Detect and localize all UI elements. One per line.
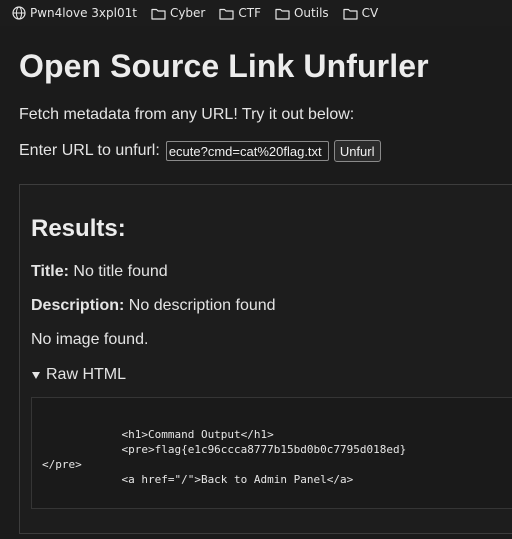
result-title: Title: No title found xyxy=(31,263,168,281)
result-title-label: Title: xyxy=(31,263,69,280)
result-image-text: No image found. xyxy=(31,331,149,348)
result-description: Description: No description found xyxy=(31,297,276,315)
bookmark-label: CTF xyxy=(238,6,261,20)
bookmark-folder-ctf[interactable]: CTF xyxy=(205,0,261,26)
raw-html-block: <h1>Command Output</h1> <pre>flag{e1c96c… xyxy=(31,397,512,509)
bookmark-folder-cyber[interactable]: Cyber xyxy=(137,0,205,26)
folder-icon xyxy=(219,8,234,20)
url-label: Enter URL to unfurl: xyxy=(19,142,160,159)
globe-icon xyxy=(12,6,26,20)
bookmark-pwn4love[interactable]: Pwn4love 3xpl01t xyxy=(0,0,137,26)
raw-html-toggle[interactable]: Raw HTML xyxy=(31,366,126,384)
bookmark-label: Cyber xyxy=(169,6,206,20)
folder-icon xyxy=(151,8,166,20)
intro-text: Fetch metadata from any URL! Try it out … xyxy=(19,106,355,123)
result-description-value: No description found xyxy=(128,297,276,314)
folder-icon xyxy=(343,8,358,20)
url-input[interactable] xyxy=(165,141,329,161)
bookmark-label: CV xyxy=(361,6,379,20)
page-title: Open Source Link Unfurler xyxy=(19,48,429,84)
result-description-label: Description: xyxy=(31,297,125,314)
bookmark-folder-cv[interactable]: CV xyxy=(329,0,379,26)
bookmarks-bar: Pwn4love 3xpl01t Cyber CTF Outils CV xyxy=(0,0,512,26)
bookmark-label: Pwn4love 3xpl01t xyxy=(30,6,137,20)
unfurl-form: Enter URL to unfurl: Unfurl xyxy=(19,140,381,162)
result-title-value: No title found xyxy=(73,263,168,280)
results-panel: Results: Title: No title found Descripti… xyxy=(19,184,512,534)
folder-icon xyxy=(275,8,290,20)
raw-html-code: <h1>Command Output</h1> <pre>flag{e1c96c… xyxy=(42,428,407,486)
results-heading: Results: xyxy=(31,215,126,242)
raw-html-summary-label: Raw HTML xyxy=(46,366,127,383)
bookmark-folder-outils[interactable]: Outils xyxy=(261,0,329,26)
disclosure-triangle-icon xyxy=(32,371,40,379)
bookmark-label: Outils xyxy=(293,6,329,20)
unfurl-button[interactable]: Unfurl xyxy=(333,140,381,162)
